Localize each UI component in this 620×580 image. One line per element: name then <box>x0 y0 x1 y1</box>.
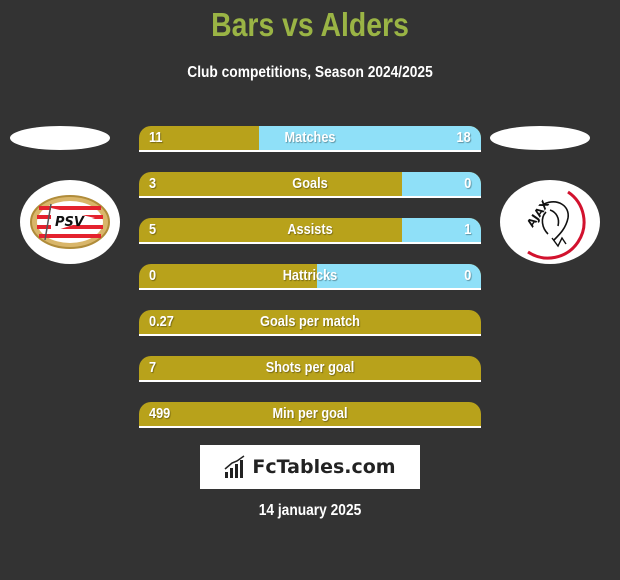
stat-row-goals: 3 Goals 0 <box>139 172 481 198</box>
left-value: 11 <box>149 129 163 146</box>
stat-label: Goals per match <box>260 313 360 330</box>
stat-row-assists: 5 Assists 1 <box>139 218 481 244</box>
svg-text:PSV: PSV <box>55 215 85 230</box>
right-value: 0 <box>463 267 471 284</box>
stat-row-matches: 11 Matches 18 <box>139 126 481 152</box>
stat-label: Matches <box>284 129 336 146</box>
stat-label: Min per goal <box>272 405 348 422</box>
left-team-logo[interactable]: PSV <box>20 180 120 264</box>
match-date: 14 january 2025 <box>258 502 362 519</box>
right-team-logo[interactable]: AJAX <box>500 180 600 264</box>
stat-row-goals-per-match: 0.27 Goals per match <box>139 310 481 336</box>
stat-label: Goals <box>292 175 328 192</box>
right-value: 1 <box>463 221 471 238</box>
right-team-name-placeholder <box>490 126 590 150</box>
left-value: 7 <box>149 359 157 376</box>
left-team-name-placeholder <box>10 126 110 150</box>
ajax-logo-icon: AJAX <box>524 190 586 260</box>
brand-name: FcTables.com <box>252 456 396 478</box>
stat-label: Shots per goal <box>265 359 355 376</box>
page-title: Bars vs Alders <box>211 6 409 43</box>
stat-row-min-per-goal: 499 Min per goal <box>139 402 481 428</box>
psv-logo-icon: PSV <box>30 195 110 249</box>
competition-subtitle: Club competitions, Season 2024/2025 <box>187 64 433 81</box>
stat-label: Hattricks <box>282 267 338 284</box>
stat-label: Assists <box>287 221 333 238</box>
left-value: 5 <box>149 221 157 238</box>
bar-chart-icon <box>224 455 245 478</box>
right-value: 0 <box>463 175 471 192</box>
right-value: 18 <box>456 129 471 146</box>
fctables-brand[interactable]: FcTables.com <box>200 445 420 489</box>
left-value: 0 <box>149 267 157 284</box>
stat-row-shots-per-goal: 7 Shots per goal <box>139 356 481 382</box>
left-value: 3 <box>149 175 157 192</box>
stat-row-hattricks: 0 Hattricks 0 <box>139 264 481 290</box>
